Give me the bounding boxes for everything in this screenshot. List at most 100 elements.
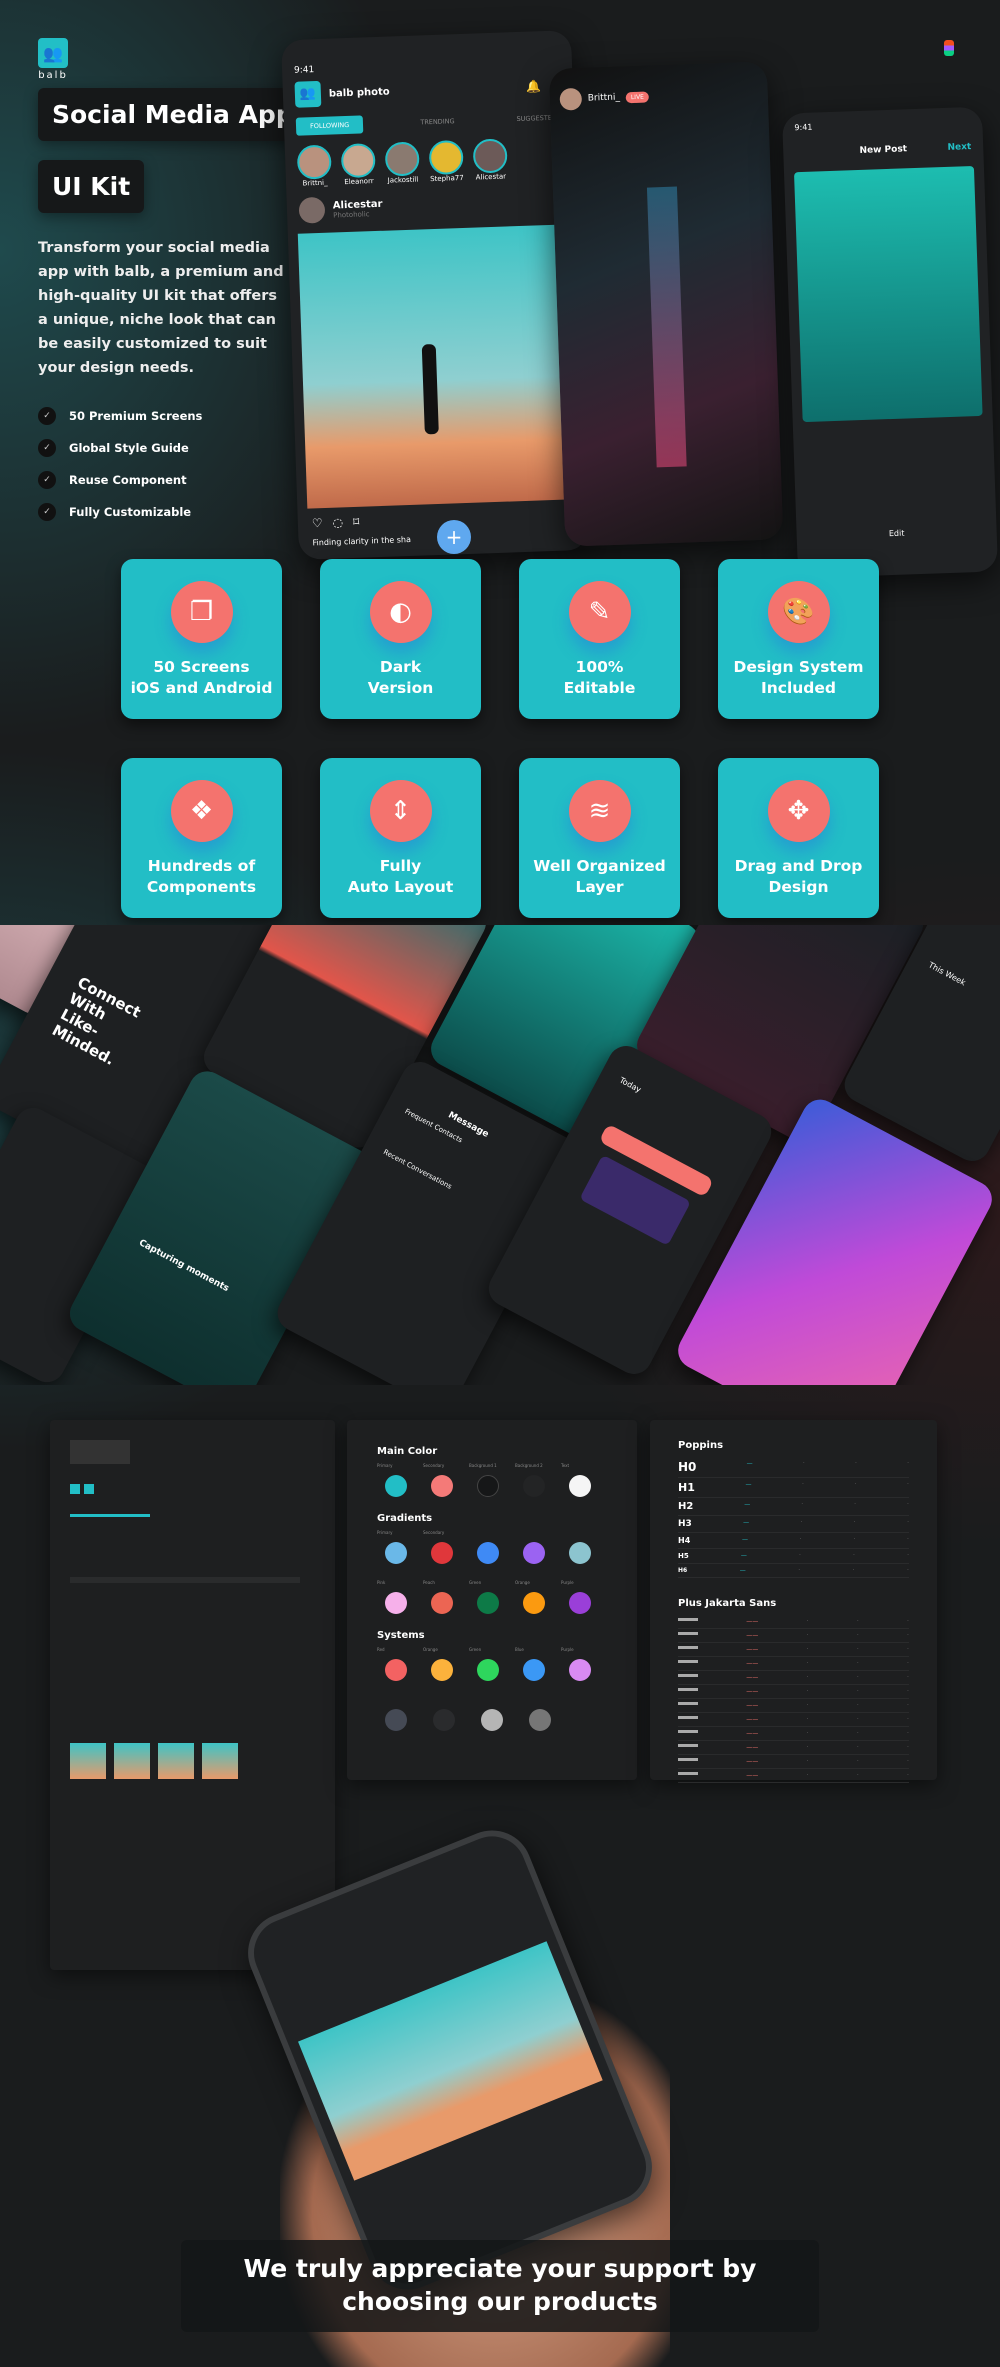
app-logo-icon: 👥 <box>294 80 322 108</box>
type-style-row: H3— · · · <box>678 1516 909 1533</box>
feature-cards: ❐ 50 Screens iOS and Android ◐ Dark Version … <box>121 559 879 918</box>
post-preview-image <box>793 165 983 423</box>
post-subtitle: Photoholic <box>333 209 370 220</box>
type-style-row: H5— · · · <box>678 1549 909 1564</box>
thank-you-banner: We truly appreciate your support by choos… <box>181 2240 819 2332</box>
color-swatch: Blue <box>515 1647 561 1681</box>
next-button[interactable]: Next <box>947 142 971 153</box>
screen-title: New Post <box>859 144 908 156</box>
swatch-label: Secondary <box>423 1463 445 1468</box>
components-panel <box>50 1420 335 1970</box>
story-item[interactable]: Alicestar <box>472 138 508 182</box>
swatch-label: Pink <box>377 1580 386 1585</box>
section-title: Main Color <box>377 1446 438 1457</box>
heart-icon[interactable]: ♡ <box>312 516 323 530</box>
tab-trending[interactable]: TRENDING <box>415 112 460 132</box>
swatch-label <box>521 1697 569 1705</box>
swatch-circle <box>431 1542 453 1564</box>
checklist-item: ✓ Global Style Guide <box>38 432 202 464</box>
font-title: Plus Jakarta Sans <box>678 1598 777 1609</box>
add-post-button[interactable]: + <box>437 520 471 554</box>
check-icon: ✓ <box>38 471 56 489</box>
bookmark-icon[interactable]: ⌑ <box>353 515 360 529</box>
swatch-circle <box>569 1592 591 1614</box>
type-style-row: —— · · · <box>678 1657 909 1671</box>
color-swatch: Peach <box>423 1580 469 1614</box>
color-swatch: Orange <box>515 1580 561 1614</box>
swatch-label: Peach <box>423 1580 435 1585</box>
story-item[interactable]: Jackostill <box>384 141 420 185</box>
type-style-row: —— · · · <box>678 1741 909 1755</box>
swatch-label: Orange <box>423 1647 438 1652</box>
hero-subtitle: UI Kit <box>38 160 145 213</box>
swatch-circle <box>529 1709 551 1731</box>
color-swatch: Secondary <box>423 1530 469 1564</box>
move-icon: ✥ <box>767 780 830 842</box>
swatch-circle <box>385 1542 407 1564</box>
section-title: Gradients <box>377 1513 433 1524</box>
copy-icon: ❐ <box>170 581 233 643</box>
avatar[interactable] <box>298 196 326 224</box>
checklist-label: Fully Customizable <box>69 505 192 519</box>
color-panel: Main Color Primary Secondary Background 1 B… <box>347 1420 637 1780</box>
type-style-row: —— · · · <box>678 1769 909 1783</box>
type-style-row: —— · · · <box>678 1643 909 1657</box>
tab-following[interactable]: FOLLOWING <box>295 115 364 136</box>
checklist-item: ✓ Reuse Component <box>38 464 202 496</box>
bell-icon[interactable]: 🔔 <box>526 79 541 94</box>
swatch-circle <box>569 1542 591 1564</box>
type-style-row: H0— · · · <box>678 1457 909 1478</box>
check-icon: ✓ <box>38 503 56 521</box>
feature-card: ≋ Well Organized Layer <box>519 758 680 918</box>
post-username[interactable]: Alicestar <box>333 198 383 211</box>
phone-live-screen: Brittni_ LIVE <box>548 61 784 547</box>
people-icon: 👥 <box>38 38 68 68</box>
swatch-circle <box>385 1709 407 1731</box>
swatch-label: Primary <box>377 1463 393 1468</box>
app-name: balb photo <box>328 85 390 100</box>
color-swatch <box>469 1530 515 1564</box>
checklist-label: 50 Premium Screens <box>69 409 203 423</box>
swatch-circle <box>385 1592 407 1614</box>
auto-layout-icon: ⇕ <box>369 780 432 842</box>
post-image[interactable] <box>297 224 578 509</box>
swatch-circle <box>523 1475 545 1497</box>
swatch-label: Background 1 <box>469 1463 497 1468</box>
checklist-item: ✓ Fully Customizable <box>38 496 202 528</box>
swatch-circle <box>433 1709 455 1731</box>
swatch-label: Green <box>469 1647 482 1652</box>
color-swatch <box>561 1530 607 1564</box>
brand-name: balb <box>38 70 68 81</box>
swatch-label: Red <box>377 1647 385 1652</box>
comment-icon[interactable]: ◌ <box>332 515 343 529</box>
swatch-circle <box>431 1475 453 1497</box>
color-swatch: Background 1 <box>469 1463 515 1497</box>
color-swatch: Secondary <box>423 1463 469 1497</box>
typography-panel: Poppins H0— · · · H1— · · · H2— · · · H3— · · · H4— · · · H5… <box>650 1420 937 1783</box>
swatch-circle <box>477 1592 499 1614</box>
swatch-label <box>469 1530 515 1538</box>
story-item[interactable]: Eleanorr <box>340 143 376 186</box>
swatch-circle <box>477 1475 499 1497</box>
edit-tab[interactable]: Edit <box>797 525 997 541</box>
checklist-label: Global Style Guide <box>69 441 189 455</box>
color-swatch: Purple <box>561 1647 607 1681</box>
story-item[interactable]: Stepha77 <box>428 139 464 183</box>
swatch-label: Purple <box>561 1647 574 1652</box>
phone-feed-screen: 9:41 👥balb photo🔔⋮ FOLLOWINGTRENDINGSUGG… <box>281 30 589 560</box>
swatch-label <box>377 1697 425 1705</box>
swatch-circle <box>385 1659 407 1681</box>
type-style-row: H6— · · · <box>678 1564 909 1578</box>
color-swatch <box>521 1697 569 1731</box>
figma-icon <box>944 40 954 56</box>
color-swatch: Primary <box>377 1463 423 1497</box>
swatch-circle <box>481 1709 503 1731</box>
color-swatch: Purple <box>561 1580 607 1614</box>
phone-new-post-screen: 9:41 New Post Next Edit <box>781 106 999 579</box>
live-username[interactable]: Brittni_ <box>588 92 620 103</box>
swatch-label: Text <box>561 1463 570 1468</box>
story-item[interactable]: Brittni_ <box>296 144 332 188</box>
screens-collage: Connect With Like-Minded. This Week Capt… <box>0 925 1000 1385</box>
feature-card: 🎨 Design System Included <box>718 559 879 719</box>
swatch-label <box>425 1697 473 1705</box>
